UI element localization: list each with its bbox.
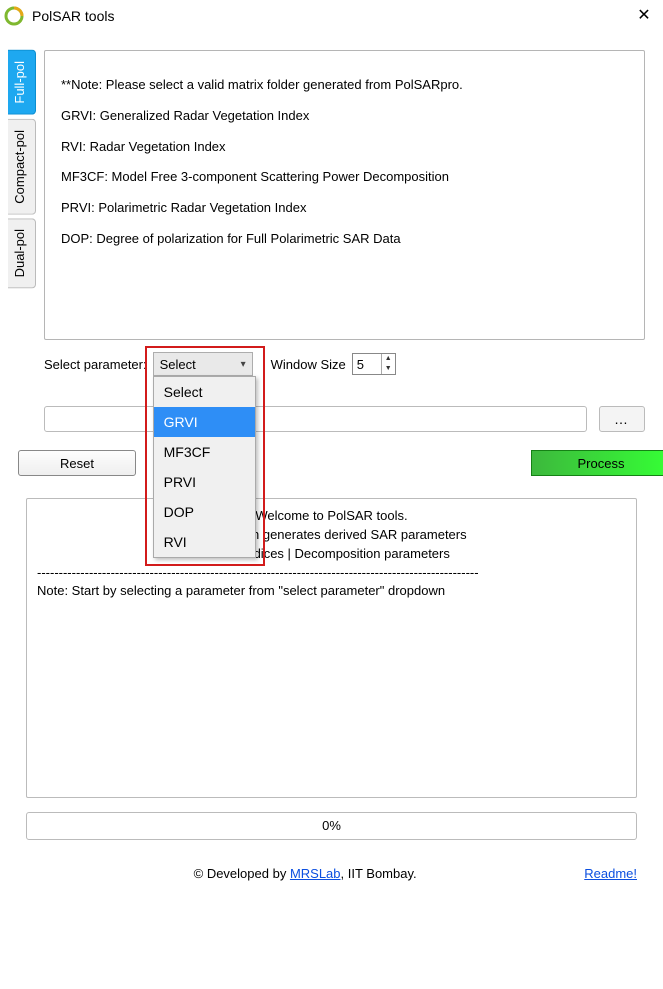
credit-prefix: © Developed by [194,866,290,881]
desc-mf3cf: MF3CF: Model Free 3-component Scattering… [61,167,628,188]
app-logo-icon [4,6,24,26]
dropdown-option-rvi[interactable]: RVI [154,527,255,557]
vertical-tabs: Full-pol Compact-pol Dual-pol [8,50,36,476]
desc-grvi: GRVI: Generalized Radar Vegetation Index [61,106,628,127]
log-note: Note: Start by selecting a parameter fro… [37,582,626,601]
parameter-dropdown-list: Select GRVI MF3CF PRVI DOP RVI [153,376,256,558]
select-parameter-label: Select parameter: [44,357,147,372]
folder-path-field[interactable] [44,406,587,432]
dropdown-option-select[interactable]: Select [154,377,255,407]
dropdown-option-dop[interactable]: DOP [154,497,255,527]
progress-text: 0% [322,818,341,833]
log-welcome: Welcome to PolSAR tools. [37,507,626,526]
desc-prvi: PRVI: Polarimetric Radar Vegetation Inde… [61,198,628,219]
readme-link[interactable]: Readme! [584,866,637,881]
window-title: PolSAR tools [32,8,629,24]
parameter-dropdown-value: Select [160,357,196,372]
log-line2: This plugin generates derived SAR parame… [37,526,626,545]
close-icon[interactable]: ✕ [629,6,659,26]
credit-suffix: , IIT Bombay. [341,866,417,881]
dropdown-option-grvi[interactable]: GRVI [154,407,255,437]
process-button[interactable]: Process [531,450,663,476]
log-line3: SAR indices | Decomposition parameters [37,545,626,564]
dropdown-option-prvi[interactable]: PRVI [154,467,255,497]
spinner-down-icon[interactable]: ▼ [382,364,395,374]
desc-dop: DOP: Degree of polarization for Full Pol… [61,229,628,250]
footer-credit: © Developed by MRSLab, IIT Bombay. [26,866,584,881]
parameter-dropdown[interactable]: Select ▾ [153,352,253,376]
mrslab-link[interactable]: MRSLab [290,866,341,881]
desc-rvi: RVI: Radar Vegetation Index [61,137,628,158]
window-size-label: Window Size [271,357,346,372]
tab-dual-pol[interactable]: Dual-pol [8,218,36,288]
reset-button[interactable]: Reset [18,450,136,476]
tab-full-pol[interactable]: Full-pol [8,50,36,115]
dropdown-option-mf3cf[interactable]: MF3CF [154,437,255,467]
progress-bar: 0% [26,812,637,840]
description-box: **Note: Please select a valid matrix fol… [44,50,645,340]
browse-button[interactable]: … [599,406,645,432]
desc-note: **Note: Please select a valid matrix fol… [61,75,628,96]
chevron-down-icon: ▾ [241,359,246,370]
log-panel: Welcome to PolSAR tools. This plugin gen… [26,498,637,798]
tab-compact-pol[interactable]: Compact-pol [8,119,36,215]
spinner-up-icon[interactable]: ▲ [382,354,395,364]
window-size-input[interactable] [353,354,381,374]
title-bar: PolSAR tools ✕ [0,0,663,32]
footer: © Developed by MRSLab, IIT Bombay. Readm… [0,866,663,889]
log-separator: ----------------------------------------… [37,564,626,583]
window-size-spinner[interactable]: ▲ ▼ [352,353,396,375]
